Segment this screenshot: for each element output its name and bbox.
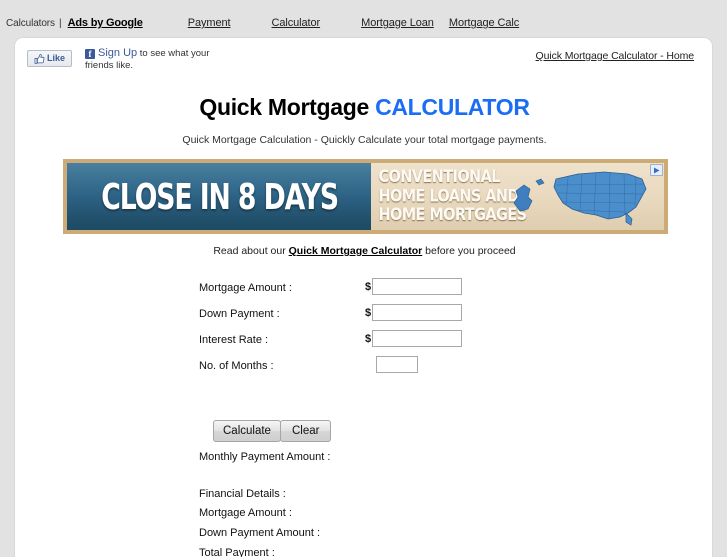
ad-body-panel: CONVENTIONAL HOME LOANS AND HOME MORTGAG…	[371, 163, 664, 230]
form-row-number-of-months: No. of Months :	[15, 356, 712, 382]
clear-button[interactable]: Clear	[280, 420, 332, 442]
facebook-f-icon: f	[85, 49, 95, 59]
read-about-suffix: before you proceed	[422, 245, 516, 257]
adsense-nav-bar: Calculators | Ads by Google Payment Calc…	[0, 0, 727, 33]
ad-body-text: CONVENTIONAL HOME LOANS AND HOME MORTGAG…	[378, 168, 527, 225]
facebook-social-bar: Like f Sign Up to see what your friends l…	[15, 38, 712, 80]
label-interest-rate: Interest Rate :	[199, 334, 269, 346]
nav-link-mortgage-loan[interactable]: Mortgage Loan	[361, 17, 434, 29]
calculate-button[interactable]: Calculate	[213, 420, 281, 442]
dollar-prefix-down-payment: $	[365, 307, 372, 319]
form-row-down-payment: Down Payment : $	[15, 304, 712, 330]
page-title: Quick Mortgage CALCULATOR	[15, 94, 712, 121]
input-mortgage-amount[interactable]	[372, 278, 462, 295]
ads-by-google-link[interactable]: Ads by Google	[68, 17, 143, 29]
form-row-mortgage-amount: Mortgage Amount : $	[15, 278, 712, 304]
input-down-payment[interactable]	[372, 304, 462, 321]
page-content-panel: Like f Sign Up to see what your friends l…	[14, 37, 713, 557]
form-button-row: Calculate Clear	[15, 420, 712, 444]
result-financial-details-heading: Financial Details :	[199, 488, 286, 500]
nav-calculators-label: Calculators	[6, 18, 55, 29]
page-subtitle: Quick Mortgage Calculation - Quickly Cal…	[182, 134, 547, 146]
nav-link-calculator[interactable]: Calculator	[272, 17, 321, 29]
ad-headline: CLOSE IN 8 DAYS	[100, 175, 339, 218]
page-title-blue-part: CALCULATOR	[375, 94, 530, 120]
facebook-signup-link[interactable]: Sign Up	[98, 47, 137, 59]
read-about-link[interactable]: Quick Mortgage Calculator	[289, 245, 423, 257]
label-down-payment: Down Payment :	[199, 308, 280, 320]
facebook-like-label: Like	[46, 53, 65, 63]
read-about-prefix: Read about our	[213, 245, 289, 257]
result-monthly-payment-amount: Monthly Payment Amount :	[199, 451, 331, 463]
nav-link-mortgage-calc[interactable]: Mortgage Calc	[449, 17, 519, 29]
page-title-black-part: Quick Mortgage	[199, 94, 376, 120]
dollar-prefix-mortgage-amount: $	[365, 281, 372, 293]
input-number-of-months[interactable]	[376, 356, 418, 373]
usa-map-icon	[513, 171, 647, 226]
form-row-interest-rate: Interest Rate : $	[15, 330, 712, 356]
read-about-line: Read about our Quick Mortgage Calculator…	[15, 245, 712, 257]
nav-link-payment[interactable]: Payment	[188, 17, 231, 29]
advertisement-banner[interactable]: CLOSE IN 8 DAYS CONVENTIONAL HOME LOANS …	[63, 159, 668, 234]
thumbs-up-icon	[34, 53, 45, 64]
label-number-of-months: No. of Months :	[199, 360, 274, 372]
label-mortgage-amount: Mortgage Amount :	[199, 282, 292, 294]
home-link[interactable]: Quick Mortgage Calculator - Home	[536, 50, 695, 62]
dollar-prefix-interest-rate: $	[365, 333, 372, 345]
result-total-payment: Total Payment :	[199, 547, 275, 557]
nav-separator: |	[58, 18, 62, 29]
ad-headline-panel: CLOSE IN 8 DAYS	[67, 163, 372, 230]
result-mortgage-amount: Mortgage Amount :	[199, 507, 292, 519]
facebook-like-button[interactable]: Like	[27, 50, 72, 67]
adchoices-icon[interactable]	[650, 164, 663, 176]
mortgage-calculator-form: Mortgage Amount : $ Down Payment : $ Int…	[15, 278, 712, 442]
facebook-signup-block: f Sign Up to see what your friends like.	[85, 47, 210, 71]
result-down-payment-amount: Down Payment Amount :	[199, 527, 321, 539]
input-interest-rate[interactable]	[372, 330, 462, 347]
